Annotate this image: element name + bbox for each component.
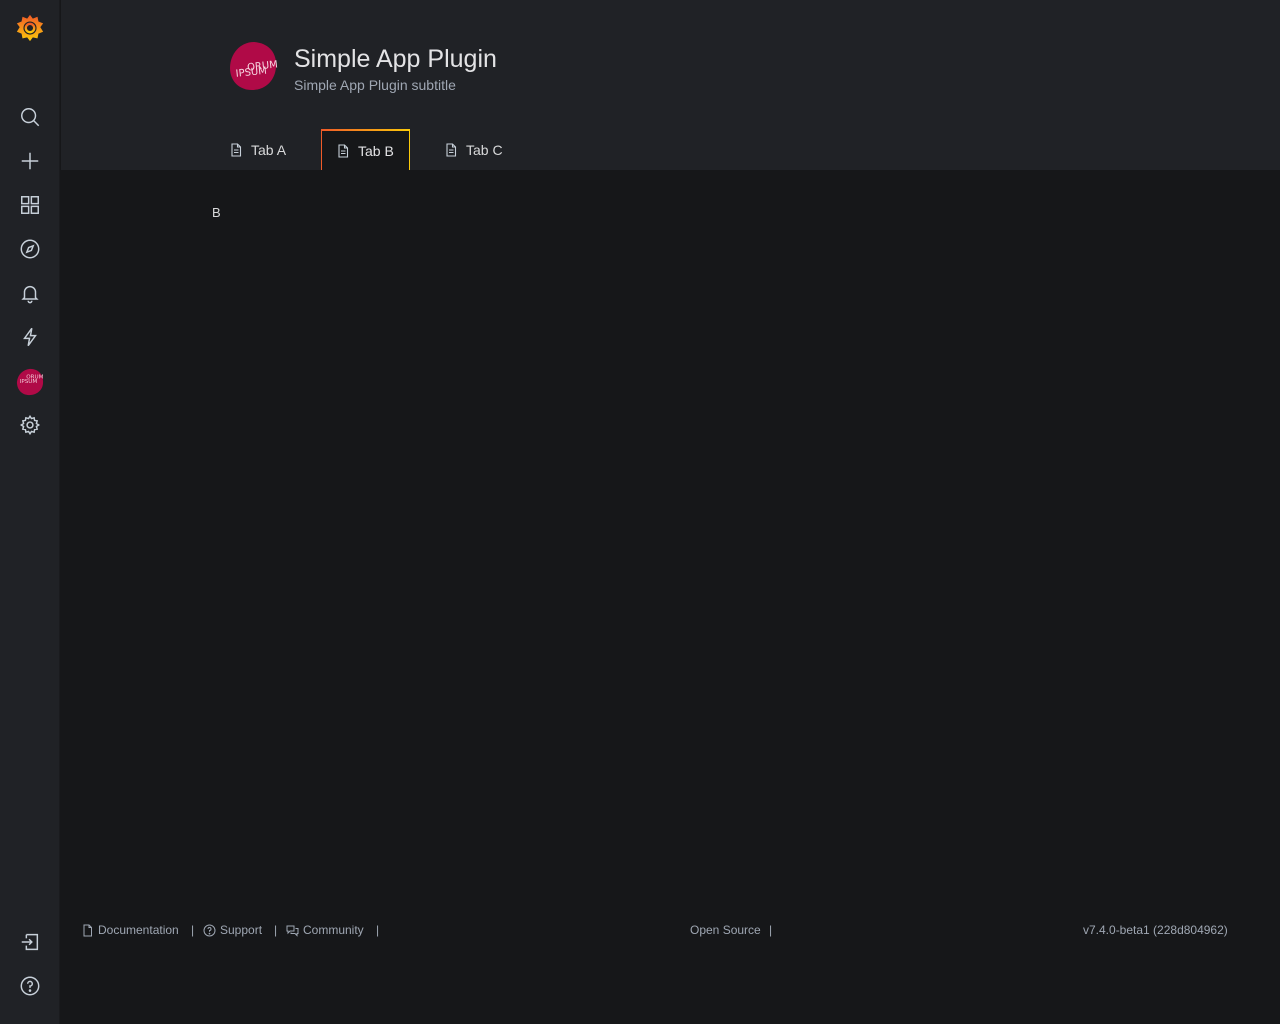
bell-icon[interactable] [0,273,60,313]
tab-c[interactable]: Tab C [430,129,518,170]
version-link[interactable]: v7.4.0-beta1 (228d804962) [1083,923,1228,937]
gear-icon[interactable] [0,405,60,445]
open-source-link[interactable]: Open Source [690,923,761,937]
document-icon [83,924,92,936]
help-icon[interactable] [0,966,60,1006]
question-circle-icon [203,924,216,936]
page-subtitle: Simple App Plugin subtitle [294,77,456,93]
community-label: Community [303,923,364,937]
footer-separator: | [274,923,278,937]
tab-label: Tab C [466,141,503,158]
tab-content-text: B [212,205,221,220]
svg-text:ORUM: ORUM [26,374,43,380]
dashboards-icon[interactable] [0,185,60,225]
tab-b[interactable]: Tab B [321,129,410,170]
footer-separator: | [191,923,195,937]
sign-in-icon[interactable] [0,922,60,962]
search-icon[interactable] [0,97,60,137]
version-label: v7.4.0-beta1 (228d804962) [1083,923,1228,937]
support-label: Support [220,923,263,937]
page-title: Simple App Plugin [294,45,497,73]
community-link[interactable]: Community [286,923,364,937]
open-source-label: Open Source [690,923,761,937]
tab-label: Tab B [358,142,394,159]
page-header: ORUM IPSUM Simple App Plugin Simple App … [61,0,1280,170]
footer: Documentation | Support | Community | Op… [61,920,1280,942]
documentation-label: Documentation [98,923,179,937]
file-icon [338,143,349,158]
plugin-logo: ORUM IPSUM [228,41,278,91]
footer-separator: | [769,923,773,937]
file-icon [446,142,457,157]
lightning-icon[interactable] [0,317,60,357]
plus-icon[interactable] [0,141,60,181]
grafana-logo-icon[interactable] [0,8,60,48]
documentation-link[interactable]: Documentation [81,923,179,937]
file-icon [231,142,242,157]
footer-separator: | [376,923,380,937]
tab-label: Tab A [251,141,287,158]
side-menu: IPSUM ORUM [0,0,60,1024]
plugin-logo-icon[interactable]: IPSUM ORUM [0,362,60,402]
explore-compass-icon[interactable] [0,229,60,269]
support-link[interactable]: Support [203,923,262,937]
tab-a[interactable]: Tab A [215,129,301,170]
comments-icon [286,925,299,937]
